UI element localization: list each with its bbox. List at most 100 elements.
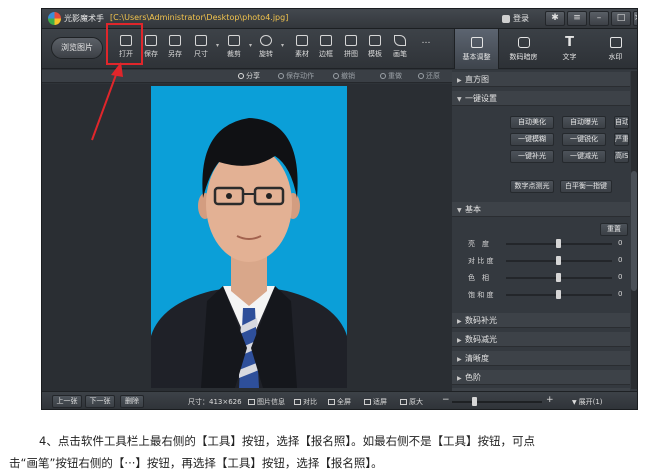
app-name: 光影魔术手 (64, 14, 104, 23)
auto-beautify-button[interactable]: 自动美化 (510, 116, 554, 129)
tool-brush[interactable]: 画笔 (388, 34, 412, 64)
restore-button[interactable]: 还原 (418, 71, 440, 81)
collapse-arrow-icon: ▼ (457, 207, 462, 214)
maximize-button[interactable]: □ (611, 11, 631, 26)
rotate-icon (260, 35, 272, 46)
auto-white-balance-button[interactable]: 自动白平衡 (614, 116, 629, 129)
tool-template[interactable]: 模板 (363, 34, 387, 64)
one-click-blur-button[interactable]: 一键模糊 (510, 133, 554, 146)
section-label: 基本 (465, 205, 481, 214)
severe-white-balance-button[interactable]: 严重白平衡 (614, 133, 629, 146)
white-balance-picker-button[interactable]: 白平衡一指键 (560, 180, 612, 193)
image-canvas[interactable] (42, 84, 452, 391)
section-label: 清晰度 (465, 354, 489, 363)
slider-thumb[interactable] (556, 273, 561, 282)
delete-button[interactable]: 删除 (120, 395, 144, 408)
brush-icon (394, 35, 406, 46)
expand-arrow-icon: ▶ (457, 356, 462, 363)
camera-icon (517, 36, 530, 48)
tool-label: 画笔 (393, 50, 407, 58)
resize-icon (195, 35, 207, 46)
browse-images-button[interactable]: 浏览图片 (51, 37, 103, 59)
section-histogram[interactable]: ▶ 直方图 (452, 72, 630, 87)
fit-screen-button[interactable]: 适屏 (364, 397, 387, 407)
slider-thumb[interactable] (556, 256, 561, 265)
panel-tab-bar: 基本调整 数码暗房 T 文字 水印 (452, 29, 637, 69)
tab-digital-darkroom[interactable]: 数码暗房 (501, 29, 546, 69)
tool-rotate[interactable]: 旋转 ▾ (254, 34, 284, 64)
app-logo-icon (48, 12, 61, 25)
info-label: 图片信息 (257, 398, 285, 406)
minimize-button[interactable]: – (589, 11, 609, 26)
user-icon (502, 14, 510, 23)
saturation-slider[interactable]: 饱 和 度 0 (468, 289, 628, 301)
panel-scrollbar[interactable] (631, 71, 637, 389)
hue-slider[interactable]: 色 相 0 (468, 272, 628, 284)
tool-label: 保存 (144, 50, 158, 58)
portrait-illustration (151, 118, 347, 388)
watermark-icon (609, 36, 622, 48)
high-iso-denoise-button[interactable]: 高ISO降噪 (614, 150, 629, 163)
expand-button[interactable]: ▼ 展开(1) (572, 397, 603, 407)
prev-image-button[interactable]: 上一张 (52, 395, 82, 408)
brightness-slider[interactable]: 亮 度 0 (468, 238, 628, 250)
id-photo (151, 86, 347, 388)
tool-save-as[interactable]: 另存 (163, 34, 187, 64)
scrollbar-thumb[interactable] (631, 171, 637, 291)
tool-label: 尺寸 (194, 50, 208, 58)
photo-editor-window: 光影魔术手 [C:\Users\Administrator\Desktop\ph… (41, 8, 638, 410)
next-image-button[interactable]: 下一张 (85, 395, 115, 408)
share-button[interactable]: 分享 (238, 71, 260, 81)
section-fill-light[interactable]: ▶ 数码补光 (452, 313, 630, 328)
undo-button[interactable]: 撤销 (333, 71, 355, 81)
reset-button[interactable]: 重置 (600, 223, 628, 236)
tool-resize[interactable]: 尺寸 ▾ (189, 34, 219, 64)
tool-more[interactable]: … (414, 34, 438, 64)
tool-collage[interactable]: 拼图 (339, 34, 363, 64)
section-label: 色阶 (465, 373, 481, 382)
section-clarity[interactable]: ▶ 清晰度 (452, 351, 630, 366)
close-button[interactable]: × (633, 11, 637, 26)
skin-button[interactable]: ✱ (545, 11, 565, 26)
tab-watermark[interactable]: 水印 (593, 29, 637, 69)
tool-label: 另存 (168, 50, 182, 58)
tab-label: 文字 (562, 52, 577, 61)
auto-exposure-button[interactable]: 自动曝光 (562, 116, 606, 129)
text-icon: T (565, 34, 574, 50)
tool-crop[interactable]: 裁剪 ▾ (222, 34, 252, 64)
tool-frame[interactable]: 边框 (314, 34, 338, 64)
login-button[interactable]: 登录 (498, 11, 538, 26)
contrast-slider[interactable]: 对 比 度 0 (468, 255, 628, 267)
zoom-in-icon[interactable]: + (546, 395, 554, 405)
section-reduce-light[interactable]: ▶ 数码减光 (452, 332, 630, 347)
one-click-reduce-light-button[interactable]: 一键减光 (562, 150, 606, 163)
tool-label: 旋转 (259, 50, 273, 58)
section-basic[interactable]: ▼ 基本 (452, 202, 630, 217)
one-click-fill-light-button[interactable]: 一键补光 (510, 150, 554, 163)
fullscreen-button[interactable]: 全屏 (328, 397, 351, 407)
section-levels[interactable]: ▶ 色阶 (452, 370, 630, 385)
image-info-button[interactable]: 图片信息 (248, 397, 285, 407)
zoom-slider-thumb[interactable] (472, 397, 477, 406)
info-icon (248, 399, 255, 405)
login-label: 登录 (513, 14, 529, 23)
menu-button[interactable]: ≡ (567, 11, 587, 26)
image-size: 尺寸：413×626 (188, 398, 242, 406)
spot-metering-button[interactable]: 数字点测光 (510, 180, 554, 193)
tab-basic-adjust[interactable]: 基本调整 (454, 29, 499, 69)
slider-thumb[interactable] (556, 290, 561, 299)
slider-thumb[interactable] (556, 239, 561, 248)
save-action-button[interactable]: 保存动作 (278, 71, 314, 81)
original-size-button[interactable]: 原大 (400, 397, 423, 407)
tool-material[interactable]: 素材 (290, 34, 314, 64)
compare-button[interactable]: 对比 (294, 397, 317, 407)
redo-button[interactable]: 重做 (380, 71, 402, 81)
frame-icon (320, 35, 332, 46)
zoom-out-icon[interactable]: − (442, 395, 450, 405)
undo-icon (333, 73, 339, 79)
tab-text[interactable]: T 文字 (547, 29, 592, 69)
zoom-slider[interactable] (452, 401, 542, 403)
one-click-sharpen-button[interactable]: 一键锐化 (562, 133, 606, 146)
section-one-click[interactable]: ▼ 一键设置 (452, 91, 630, 106)
share-icon (238, 73, 244, 79)
